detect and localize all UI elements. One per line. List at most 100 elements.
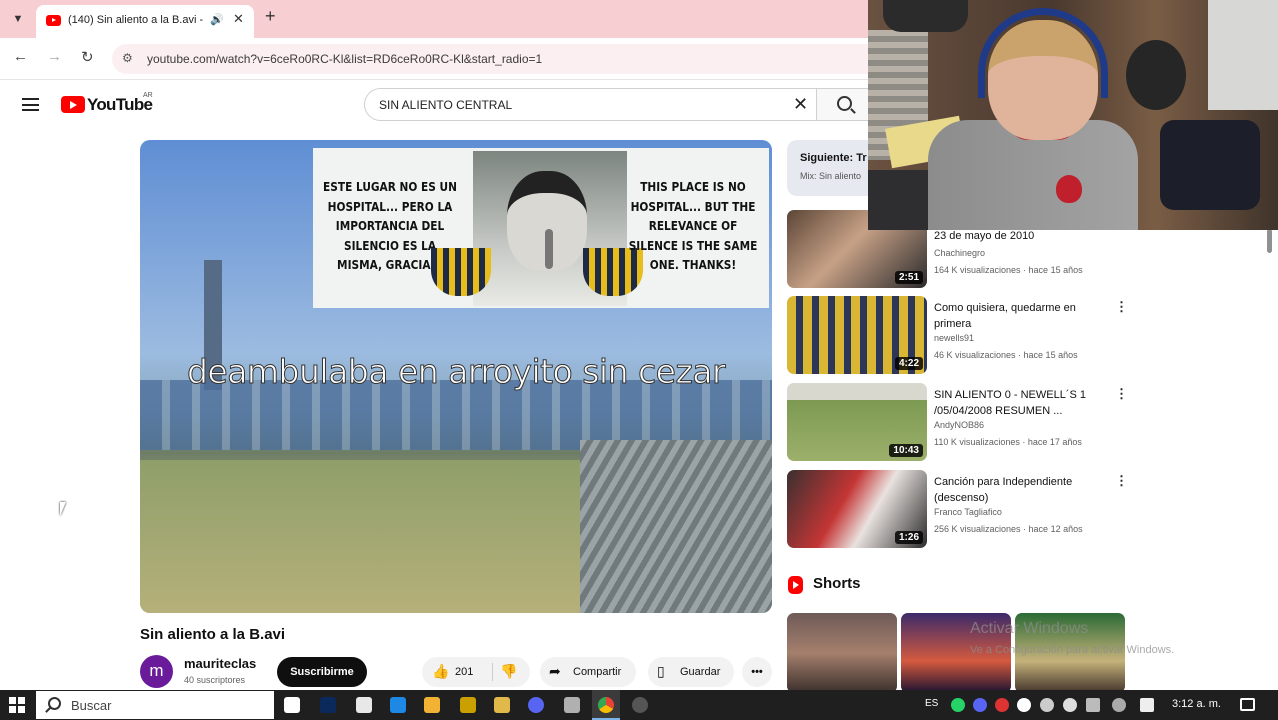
country-code: AR bbox=[143, 92, 153, 99]
browser-tab-strip: ▼ (140) Sin aliento a la B.avi - 🔊 ✕ + bbox=[0, 0, 870, 38]
chevron-down-icon[interactable]: ▼ bbox=[8, 9, 28, 29]
duration-badge: 10:43 bbox=[889, 444, 923, 457]
video-thumbnail[interactable]: 4:22 bbox=[787, 296, 927, 374]
more-options-icon[interactable]: ⋮ bbox=[1115, 299, 1128, 315]
subscribe-button[interactable]: Suscribirme bbox=[277, 657, 367, 687]
shushing-finger bbox=[545, 229, 553, 269]
chair bbox=[1160, 120, 1260, 210]
screen: ▼ (140) Sin aliento a la B.avi - 🔊 ✕ + ←… bbox=[0, 0, 1278, 720]
file-explorer-icon[interactable] bbox=[424, 697, 440, 713]
like-count[interactable]: 201 bbox=[455, 666, 473, 678]
language-indicator[interactable]: ES bbox=[925, 698, 938, 709]
search-icon bbox=[48, 697, 61, 710]
recommendation-channel[interactable]: AndyNOB86 bbox=[934, 420, 1114, 430]
obs-icon[interactable] bbox=[632, 697, 648, 713]
sign-text-english: This place is no hospital... But the rel… bbox=[628, 180, 758, 272]
search-button[interactable] bbox=[816, 88, 870, 121]
photoshop-icon[interactable] bbox=[320, 697, 336, 713]
folder-icon[interactable] bbox=[494, 697, 510, 713]
app-icon[interactable] bbox=[460, 697, 476, 713]
windows-taskbar: Buscar ES 3:12 a. m. bbox=[0, 690, 1278, 720]
chrome-icon[interactable] bbox=[598, 697, 614, 713]
app-icon[interactable] bbox=[564, 697, 580, 713]
channel-subscriber-count: 40 suscriptores bbox=[184, 675, 246, 685]
channel-avatar[interactable]: m bbox=[140, 655, 173, 688]
more-options-icon[interactable]: ⋮ bbox=[1115, 386, 1128, 402]
address-bar[interactable]: ⚙ youtube.com/watch?v=6ceRo0RC-Kl&list=R… bbox=[112, 44, 870, 74]
reload-icon[interactable]: ↻ bbox=[81, 48, 94, 66]
divider bbox=[492, 663, 493, 681]
more-actions-button[interactable]: ••• bbox=[742, 657, 772, 687]
thumbs-up-icon[interactable]: 👍 bbox=[432, 663, 449, 680]
youtube-header: YouTube AR SIN ALIENTO CENTRAL ✕ bbox=[0, 80, 870, 130]
shorts-icon bbox=[788, 576, 803, 594]
search-input[interactable]: SIN ALIENTO CENTRAL ✕ bbox=[364, 88, 816, 121]
discord-icon[interactable] bbox=[528, 697, 544, 713]
volume-icon[interactable] bbox=[1063, 698, 1077, 712]
recommendation-title[interactable]: SIN ALIENTO 0 - NEWELL´S 1 /05/04/2008 R… bbox=[934, 387, 1102, 419]
pen-icon[interactable] bbox=[1112, 698, 1126, 712]
room-window bbox=[1208, 0, 1278, 110]
speaker-icon[interactable]: 🔊 bbox=[210, 13, 224, 26]
task-view-icon[interactable] bbox=[284, 697, 300, 713]
recommendation-item[interactable]: 1:26 Canción para Independiente (descens… bbox=[787, 470, 1137, 550]
shirt-crest-icon bbox=[1056, 175, 1082, 203]
recommendation-title[interactable]: 23 de mayo de 2010 bbox=[934, 228, 1102, 244]
discord-tray-icon[interactable] bbox=[973, 698, 987, 712]
youtube-logo-icon[interactable] bbox=[61, 96, 85, 113]
site-settings-icon[interactable]: ⚙ bbox=[122, 51, 133, 65]
video-thumbnail[interactable]: 1:26 bbox=[787, 470, 927, 548]
recommendation-channel[interactable]: Chachinegro bbox=[934, 248, 1114, 258]
like-dislike-group: 👍 201 👎 bbox=[422, 657, 530, 687]
video-player[interactable]: Este lugar no es un hospital... Pero la … bbox=[140, 140, 772, 613]
hamburger-menu-icon[interactable] bbox=[22, 98, 39, 111]
url-text: youtube.com/watch?v=6ceRo0RC-Kl&list=RD6… bbox=[147, 52, 543, 66]
recommendation-title[interactable]: Canción para Independiente (descenso) bbox=[934, 474, 1102, 506]
recommendation-title[interactable]: Como quisiera, quedarme en primera bbox=[934, 300, 1102, 332]
recommendation-channel[interactable]: Franco Tagliafico bbox=[934, 507, 1114, 517]
recommendation-item[interactable]: 10:43 SIN ALIENTO 0 - NEWELL´S 1 /05/04/… bbox=[787, 383, 1137, 463]
short-thumbnail[interactable] bbox=[787, 613, 897, 693]
recommendation-stats: 256 K visualizaciones · hace 12 años bbox=[934, 524, 1083, 534]
youtube-favicon-icon bbox=[46, 15, 61, 26]
recommendation-channel[interactable]: newells91 bbox=[934, 333, 1114, 343]
duration-badge: 4:22 bbox=[894, 357, 923, 370]
more-options-icon[interactable]: ⋮ bbox=[1115, 473, 1128, 489]
calculator-icon[interactable] bbox=[356, 697, 372, 713]
bookmark-icon: ▯ bbox=[657, 663, 665, 679]
network-icon[interactable] bbox=[1040, 698, 1054, 712]
new-tab-button[interactable]: + bbox=[265, 6, 276, 27]
whatsapp-icon[interactable] bbox=[951, 698, 965, 712]
save-button[interactable]: ▯ Guardar bbox=[648, 657, 734, 687]
clear-search-icon[interactable]: ✕ bbox=[793, 94, 808, 115]
share-button[interactable]: ➦ Compartir bbox=[540, 657, 636, 687]
notification-icon[interactable] bbox=[1240, 698, 1255, 711]
onedrive-icon[interactable] bbox=[1017, 698, 1031, 712]
taskbar-search-input[interactable]: Buscar bbox=[36, 691, 274, 719]
browser-tab-active[interactable]: (140) Sin aliento a la B.avi - 🔊 ✕ bbox=[36, 5, 254, 38]
search-icon bbox=[837, 96, 852, 111]
windows-start-icon[interactable] bbox=[9, 697, 25, 713]
windows-activation-title: Activar Windows bbox=[970, 620, 1089, 637]
tab-title: (140) Sin aliento a la B.avi - bbox=[68, 14, 204, 26]
search-query: SIN ALIENTO CENTRAL bbox=[379, 98, 513, 112]
duration-badge: 2:51 bbox=[894, 271, 923, 284]
thumbs-down-icon[interactable]: 👎 bbox=[500, 663, 517, 680]
up-next-subtitle: Mix: Sin aliento bbox=[800, 171, 862, 181]
tab-close-button[interactable]: ✕ bbox=[233, 11, 244, 27]
outlook-icon[interactable] bbox=[390, 697, 406, 713]
channel-name[interactable]: mauriteclas bbox=[184, 656, 256, 671]
app-tray-icon[interactable] bbox=[995, 698, 1009, 712]
keyboard-icon[interactable] bbox=[1140, 698, 1154, 712]
recommendation-item[interactable]: 4:22 Como quisiera, quedarme en primera … bbox=[787, 296, 1137, 376]
desk-fan bbox=[1126, 40, 1186, 110]
browser-toolbar: ← → ↻ ⚙ youtube.com/watch?v=6ceRo0RC-Kl&… bbox=[0, 38, 870, 80]
page-scrollbar[interactable] bbox=[1267, 229, 1272, 253]
shorts-label: Shorts bbox=[813, 575, 861, 592]
battery-icon[interactable] bbox=[1086, 698, 1100, 712]
system-clock[interactable]: 3:12 a. m. bbox=[1172, 698, 1221, 710]
microphone-icon bbox=[883, 0, 968, 32]
video-thumbnail[interactable]: 10:43 bbox=[787, 383, 927, 461]
forward-arrow-icon[interactable]: → bbox=[47, 48, 62, 65]
back-arrow-icon[interactable]: ← bbox=[13, 48, 28, 65]
